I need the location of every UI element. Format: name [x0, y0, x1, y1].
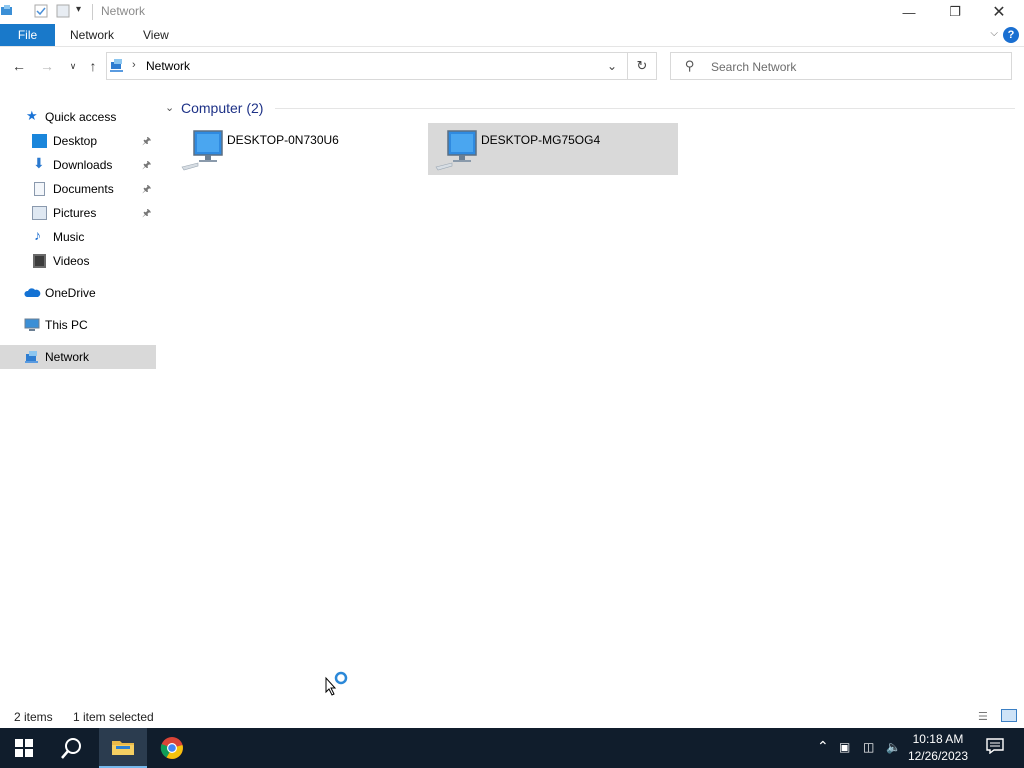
minimize-button[interactable]: — — [886, 0, 932, 24]
nav-onedrive[interactable]: OneDrive — [0, 281, 156, 305]
address-row: ← → ∨ ↑ › Network ⌄ ↻ ⚲ Search Network — [0, 47, 1024, 85]
cloud-icon — [24, 288, 41, 297]
nav-label: Videos — [53, 254, 90, 268]
item-count: 2 items — [14, 710, 53, 724]
nav-quick-access[interactable]: ★ Quick access — [0, 105, 156, 129]
folder-icon — [112, 741, 134, 755]
pin-icon: 🖈 — [142, 184, 152, 195]
chrome-taskbar-button[interactable] — [148, 728, 196, 768]
nav-this-pc[interactable]: This PC — [0, 313, 156, 337]
nav-label: Downloads — [53, 158, 113, 172]
desktop-icon — [32, 134, 47, 148]
expand-ribbon-icon[interactable]: ⌵ — [990, 28, 998, 39]
windows-icon — [15, 739, 33, 757]
recent-locations-button[interactable]: ∨ — [64, 57, 82, 75]
network-icon — [110, 59, 123, 72]
nav-label: This PC — [45, 318, 88, 332]
nav-label: Desktop — [53, 134, 98, 148]
back-button[interactable]: ← — [10, 57, 28, 75]
window-title: Network — [101, 4, 146, 18]
tab-file[interactable]: File — [0, 24, 55, 46]
busy-cursor-icon — [325, 671, 348, 696]
search-input[interactable]: Search Network — [711, 60, 796, 74]
nav-label: Documents — [53, 182, 114, 196]
music-icon: ♪ — [34, 227, 41, 243]
search-icon: ⚲ — [685, 58, 695, 73]
group-header[interactable]: Computer (2) — [181, 100, 263, 116]
videos-icon — [33, 254, 46, 268]
start-button[interactable] — [0, 728, 48, 768]
navigation-pane: ★ Quick access Desktop 🖈 ⬇ Downloads 🖈 D… — [0, 100, 156, 700]
search-box[interactable]: ⚲ Search Network — [670, 52, 1012, 80]
up-button[interactable]: ↑ — [84, 57, 102, 75]
ribbon-tabs: File Network View ⌵ ? — [0, 24, 1024, 47]
collapse-group-icon[interactable]: ⌄ — [165, 101, 174, 114]
computer-name: DESKTOP-MG75OG4 — [481, 133, 601, 147]
computer-tile-selected[interactable]: DESKTOP-MG75OG4 — [428, 123, 678, 175]
close-button[interactable]: ✕ — [976, 0, 1022, 24]
address-dropdown-icon[interactable]: ⌄ — [607, 59, 617, 73]
nav-desktop[interactable]: Desktop 🖈 — [0, 129, 156, 153]
title-bar: ▾ Network — ❐ ✕ — [0, 0, 1024, 24]
clock[interactable]: 10:18 AM 12/26/2023 — [908, 731, 968, 765]
chrome-icon — [160, 737, 183, 759]
show-hidden-icons-icon[interactable]: ⌃ — [817, 738, 829, 755]
new-folder-icon[interactable] — [56, 4, 70, 18]
nav-label: Quick access — [45, 110, 117, 124]
nav-label: Music — [53, 230, 85, 244]
computer-icon — [435, 130, 477, 171]
pictures-icon — [32, 206, 47, 220]
nav-label: OneDrive — [45, 286, 96, 300]
breadcrumb-network[interactable]: Network — [146, 59, 190, 73]
action-center-icon[interactable] — [986, 738, 1004, 754]
clock-time: 10:18 AM — [912, 732, 964, 746]
nav-music[interactable]: ♪ Music — [0, 225, 156, 249]
breadcrumb-separator: › — [132, 59, 136, 71]
network-status-icon[interactable]: ◫ — [863, 740, 874, 754]
tab-view[interactable]: View — [131, 24, 181, 46]
file-explorer-taskbar-button[interactable] — [99, 728, 147, 768]
forward-button[interactable]: → — [38, 57, 56, 75]
status-bar: 2 items 1 item selected ☰ — [0, 706, 1024, 728]
refresh-button[interactable]: ↻ — [628, 52, 657, 80]
volume-muted-icon[interactable]: 🔈 — [886, 740, 901, 754]
tab-network[interactable]: Network — [58, 24, 126, 46]
nav-label: Network — [45, 350, 90, 364]
clock-date: 12/26/2023 — [907, 749, 968, 763]
nav-label: Pictures — [53, 206, 97, 220]
taskbar: ⌃ ▣ ◫ 🔈 10:18 AM 12/26/2023 — [0, 728, 1024, 768]
address-bar[interactable]: › Network ⌄ — [106, 52, 628, 80]
network-icon — [25, 351, 38, 363]
pin-icon: 🖈 — [142, 160, 152, 171]
pin-icon: 🖈 — [142, 136, 152, 147]
large-icons-view-icon[interactable] — [1001, 709, 1017, 722]
downloads-icon: ⬇ — [33, 155, 45, 171]
nav-downloads[interactable]: ⬇ Downloads 🖈 — [0, 153, 156, 177]
computer-icon — [181, 130, 223, 171]
star-icon: ★ — [26, 108, 38, 123]
help-button[interactable]: ? — [1003, 27, 1019, 43]
properties-icon[interactable] — [34, 4, 48, 18]
details-view-icon[interactable]: ☰ — [978, 710, 988, 723]
customize-qat-icon[interactable]: ▾ — [76, 4, 81, 15]
restore-button[interactable]: ❐ — [932, 0, 978, 24]
group-divider — [275, 108, 1015, 109]
nav-documents[interactable]: Documents 🖈 — [0, 177, 156, 201]
nav-network[interactable]: Network — [0, 345, 156, 369]
selection-count: 1 item selected — [73, 710, 154, 724]
search-icon — [61, 738, 81, 759]
content-area[interactable]: ⌄ Computer (2) DESKTOP-0N730U6 DESKTOP-M… — [157, 92, 1024, 702]
network-folder-icon — [1, 5, 12, 15]
computer-icon — [24, 318, 40, 331]
documents-icon — [34, 182, 45, 196]
security-icon[interactable]: ▣ — [839, 740, 850, 754]
computer-name: DESKTOP-0N730U6 — [227, 133, 339, 147]
nav-videos[interactable]: Videos — [0, 249, 156, 273]
divider — [92, 4, 93, 20]
pin-icon: 🖈 — [142, 208, 152, 219]
computer-tile[interactable]: DESKTOP-0N730U6 — [174, 123, 424, 175]
search-button[interactable] — [48, 728, 96, 768]
nav-pictures[interactable]: Pictures 🖈 — [0, 201, 156, 225]
